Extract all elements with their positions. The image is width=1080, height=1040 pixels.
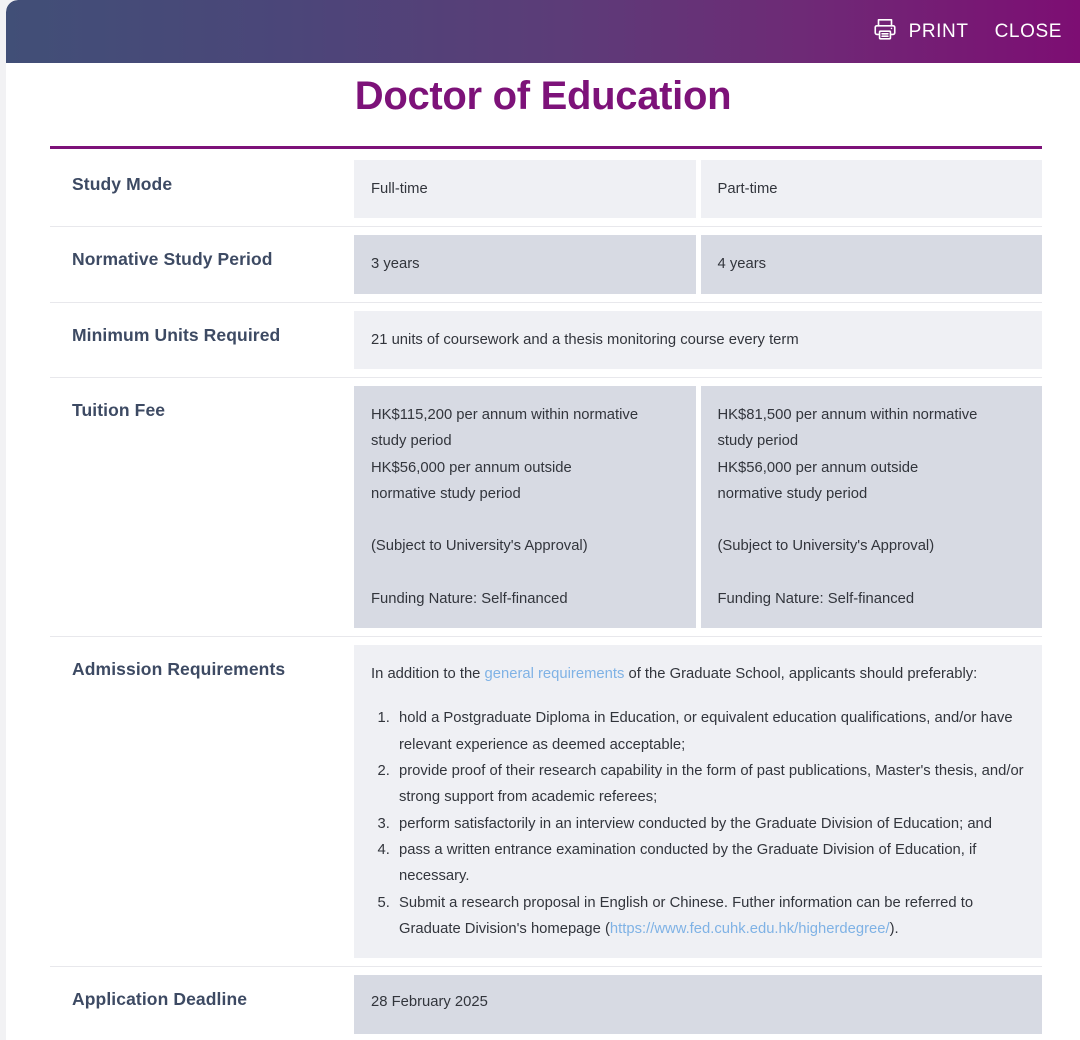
table-row-study-mode: Study Mode Full-time Part-time [50,152,1042,228]
cell-normative-full-time: 3 years [354,235,696,294]
row-label-minimum-units: Minimum Units Required [72,324,281,345]
cell-minimum-units-value: 21 units of coursework and a thesis moni… [354,310,1042,369]
cell-application-deadline-value: 28 February 2025 [354,975,1042,1034]
close-label: CLOSE [994,21,1062,42]
row-cells-minimum-units: 21 units of coursework and a thesis moni… [354,303,1042,377]
row-cells-admission-requirements: In addition to the general requirements … [354,637,1042,966]
list-item: perform satisfactorily in an interview c… [394,811,1024,837]
admission-intro-before: In addition to the [371,665,485,682]
row-cells-tuition-fee: HK$115,200 per annum within normative st… [354,378,1042,636]
row-cells-application-deadline: 28 February 2025 [354,967,1042,1040]
admission-intro-after: of the Graduate School, applicants shoul… [624,665,978,682]
tuition-ft-line5: (Subject to University's Approval) [371,538,588,555]
row-cells-study-mode: Full-time Part-time [354,152,1042,226]
tuition-pt-line5: (Subject to University's Approval) [717,538,935,555]
tuition-ft-line3: HK$56,000 per annum outside [371,459,572,476]
table-row-minimum-units: Minimum Units Required 21 units of cours… [50,303,1042,378]
row-label-admission-requirements: Admission Requirements [72,658,286,679]
tuition-ft-line2: study period [371,433,452,450]
cell-tuition-part-time: HK$81,500 per annum within normative stu… [700,385,1042,628]
close-button[interactable]: CLOSE [995,22,1062,41]
list-item: Submit a research proposal in English or… [394,890,1024,943]
tuition-pt-line6: Funding Nature: Self-financed [717,590,915,607]
tuition-ft-line4: normative study period [371,485,521,502]
tuition-ft-line6: Funding Nature: Self-financed [371,590,568,607]
tuition-ft-spacer-2 [371,560,678,586]
program-info-table: Study Mode Full-time Part-time Normative… [50,152,1042,1040]
row-label-application-deadline: Application Deadline [72,989,248,1010]
admission-intro: In addition to the general requirements … [371,661,1024,687]
tuition-pt-line1: HK$81,500 per annum within normative [717,406,978,423]
table-row-tuition-fee: Tuition Fee HK$115,200 per annum within … [50,378,1042,637]
cell-study-mode-full-time: Full-time [354,160,696,219]
cell-study-mode-part-time: Part-time [700,160,1042,219]
row-label-study-mode: Study Mode [72,174,173,194]
tuition-pt-line2: study period [717,433,799,450]
print-label: PRINT [908,21,969,42]
admission-requirements-list: hold a Postgraduate Diploma in Education… [371,705,1024,942]
row-label-normative-study-period: Normative Study Period [72,249,273,270]
table-row-normative-study-period: Normative Study Period 3 years 4 years [50,227,1042,303]
tuition-pt-line3: HK$56,000 per annum outside [717,459,919,476]
modal-header-bar: PRINT CLOSE [6,0,1080,63]
printer-icon [872,16,898,48]
title-divider [50,146,1042,149]
list-item: hold a Postgraduate Diploma in Education… [394,705,1024,758]
cell-normative-part-time: 4 years [700,235,1042,294]
tuition-ft-line1: HK$115,200 per annum within normative [371,406,639,423]
row-cells-normative-study-period: 3 years 4 years [354,227,1042,301]
table-row-application-deadline: Application Deadline 28 February 2025 [50,967,1042,1040]
list-item: provide proof of their research capabili… [394,758,1024,811]
graduate-division-homepage-link[interactable]: https://www.fed.cuhk.edu.hk/higherdegree… [610,921,890,937]
page-background: PRINT CLOSE Doctor of Education Study Mo… [0,0,1080,1040]
tuition-pt-line4: normative study period [717,485,868,502]
item5-after: ). [889,920,899,937]
page-title: Doctor of Education [354,74,732,118]
tuition-ft-spacer-1 [371,507,678,533]
table-row-admission-requirements: Admission Requirements In addition to th… [50,637,1042,968]
print-button[interactable]: PRINT [872,16,969,48]
header-actions: PRINT CLOSE [872,16,1062,48]
cell-tuition-full-time: HK$115,200 per annum within normative st… [354,385,696,628]
program-details-modal: PRINT CLOSE Doctor of Education Study Mo… [6,0,1080,1040]
general-requirements-link[interactable]: general requirements [485,666,625,682]
cell-admission-requirements: In addition to the general requirements … [354,644,1042,959]
tuition-pt-spacer-1 [718,507,1025,533]
list-item: pass a written entrance examination cond… [394,837,1024,890]
tuition-pt-spacer-2 [718,560,1025,586]
row-label-tuition-fee: Tuition Fee [72,399,166,420]
